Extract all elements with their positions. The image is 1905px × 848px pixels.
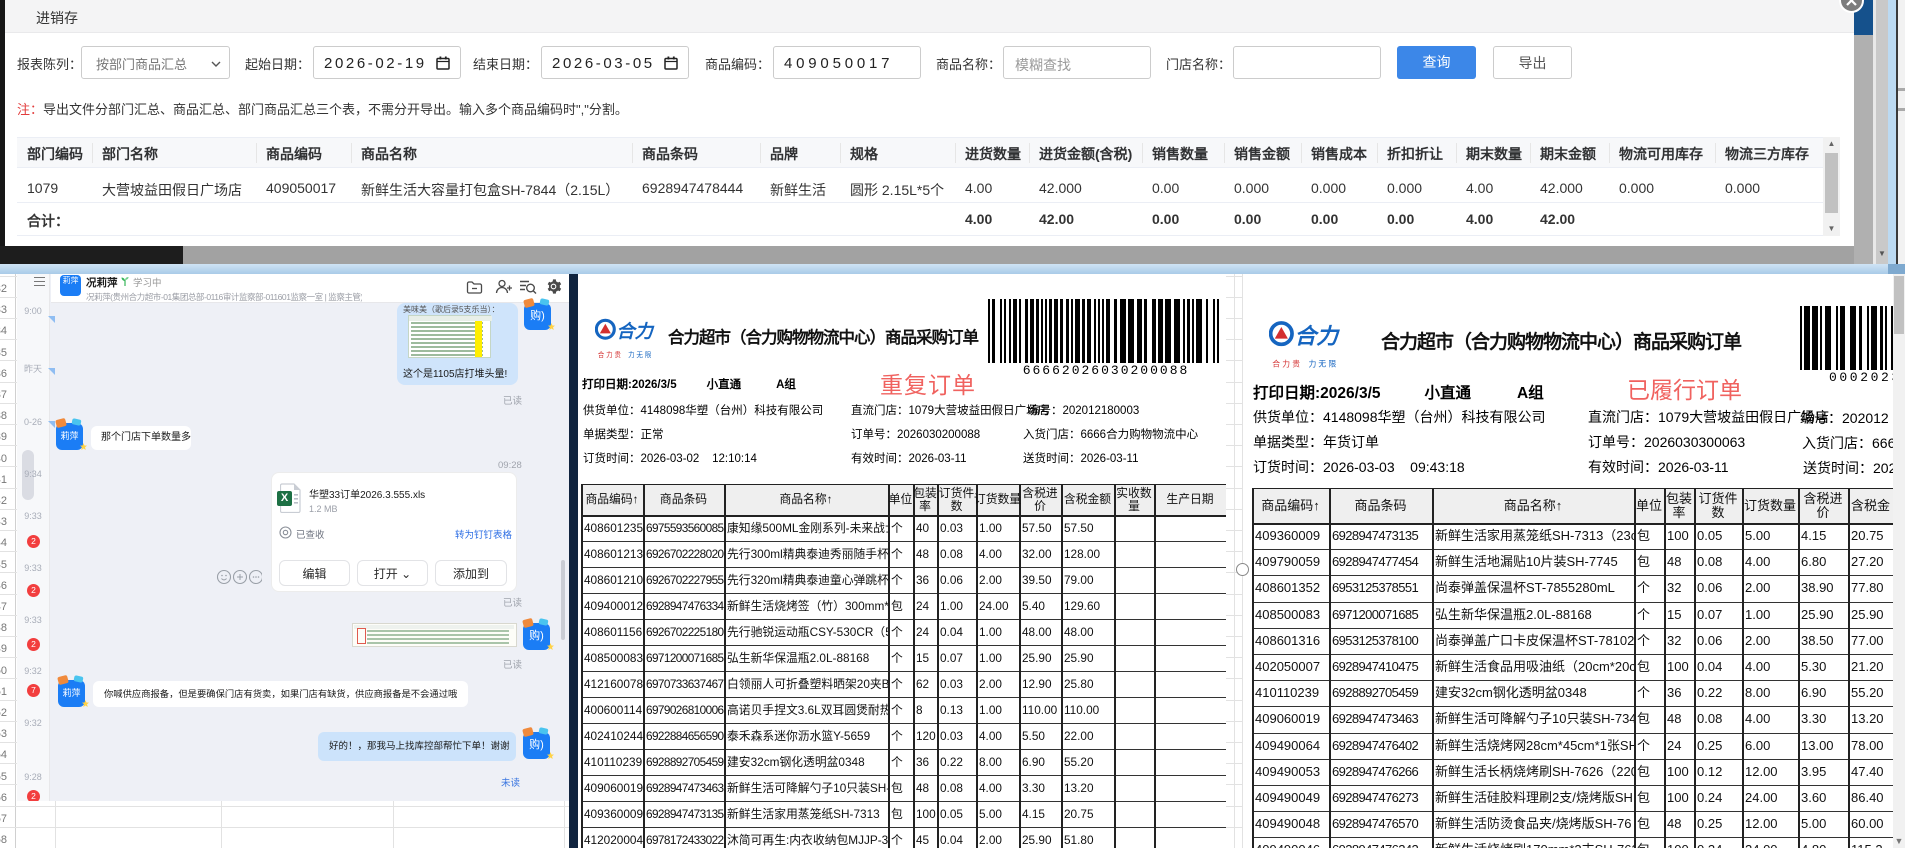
svg-text:合力: 合力 [1294, 324, 1340, 349]
svg-text:合 力 贵: 合 力 贵 [598, 350, 622, 359]
svg-text:力 无 限: 力 无 限 [1308, 359, 1336, 369]
svg-text:合力: 合力 [616, 321, 654, 342]
svg-text:力 无 限: 力 无 限 [628, 350, 652, 359]
svg-text:合 力 贵: 合 力 贵 [1272, 359, 1300, 369]
